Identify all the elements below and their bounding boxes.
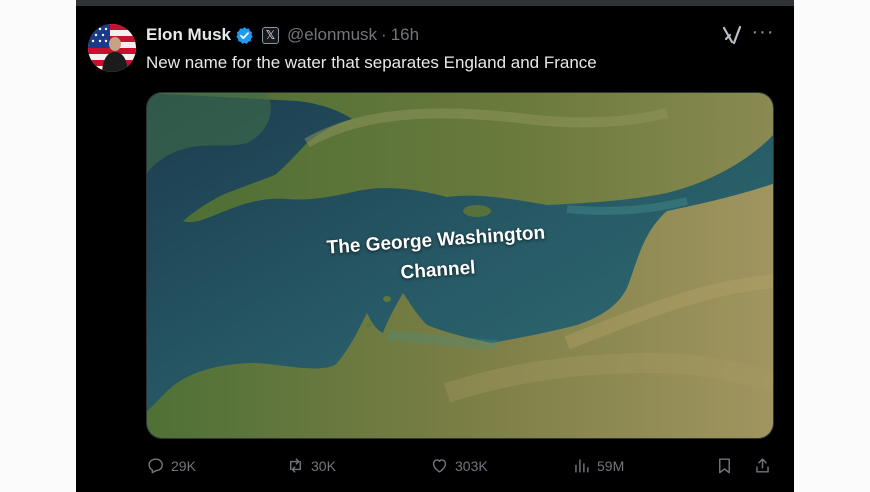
- reply-count: 29K: [171, 457, 196, 474]
- verified-badge-icon: [235, 26, 254, 45]
- tweet-card[interactable]: Elon Musk 𝕏 @elonmusk · 16h ··· New name…: [76, 0, 794, 492]
- page-margin-left: [0, 0, 76, 492]
- x-logo-icon: 𝕏: [262, 26, 280, 44]
- reply-icon: [148, 458, 163, 474]
- repost-count: 30K: [311, 457, 336, 474]
- author-handle[interactable]: @elonmusk: [287, 25, 377, 45]
- bookmark-icon: [719, 458, 730, 474]
- more-icon[interactable]: ···: [750, 22, 776, 46]
- grok-icon[interactable]: [721, 24, 743, 46]
- repost-button[interactable]: 30K: [286, 456, 336, 475]
- author-name[interactable]: Elon Musk: [146, 25, 231, 45]
- views-icon: [575, 459, 589, 473]
- timestamp[interactable]: 16h: [391, 25, 419, 45]
- bookmark-button[interactable]: [715, 456, 734, 475]
- share-button[interactable]: [753, 456, 772, 475]
- views-count: 59M: [597, 457, 625, 474]
- views-button[interactable]: 59M: [572, 456, 624, 475]
- tweet-image[interactable]: The George Washington Channel: [146, 92, 774, 439]
- like-count: 303K: [455, 457, 488, 474]
- share-icon: [756, 458, 769, 473]
- avatar[interactable]: [88, 24, 136, 72]
- action-bar: 29K 30K 303K 59M: [146, 456, 774, 478]
- page-margin-right: [794, 0, 870, 492]
- like-button[interactable]: 303K: [430, 456, 488, 475]
- heart-icon: [432, 459, 447, 473]
- tweet-header: Elon Musk 𝕏 @elonmusk · 16h: [146, 24, 419, 46]
- repost-icon: [290, 458, 301, 473]
- divider: [76, 0, 794, 6]
- separator: ·: [381, 25, 387, 44]
- tweet-text: New name for the water that separates En…: [146, 53, 597, 72]
- reply-button[interactable]: 29K: [146, 456, 196, 475]
